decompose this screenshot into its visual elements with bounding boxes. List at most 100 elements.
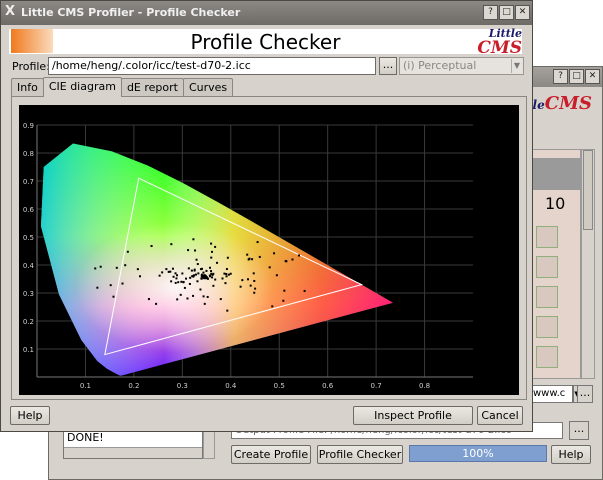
tab-de-report[interactable]: dE report (120, 78, 184, 96)
sample-point (196, 280, 199, 283)
sample-point (180, 280, 183, 283)
url-combo[interactable]: www.c (531, 385, 573, 403)
patch-cell (536, 256, 558, 278)
sample-point (249, 284, 252, 287)
x-tick-label: 0.6 (322, 382, 334, 390)
sample-point (190, 269, 193, 272)
sample-point (224, 282, 227, 285)
sample-point (124, 264, 127, 267)
sample-point (161, 271, 164, 274)
sample-point (285, 260, 288, 263)
sample-point (247, 258, 250, 261)
maximize-window-button[interactable]: □ (569, 69, 584, 84)
scrollbar-thumb[interactable] (583, 150, 593, 230)
sample-point (227, 273, 230, 276)
sample-point (94, 267, 97, 270)
sample-point (121, 282, 124, 285)
browse-profile-button[interactable]: ... (379, 57, 397, 75)
sample-point (136, 268, 139, 271)
help-window-button[interactable]: ? (483, 5, 498, 20)
sample-point (225, 268, 228, 271)
profile-checker-button[interactable]: Profile Checker (317, 445, 403, 464)
sample-point (203, 302, 206, 305)
browse-button[interactable]: ... (577, 385, 593, 403)
output-browse-button[interactable]: ... (569, 421, 589, 440)
help-button[interactable]: Help (10, 406, 50, 425)
log-horizontal-scrollbar[interactable] (64, 447, 202, 458)
sample-point (225, 275, 228, 278)
sample-point (191, 275, 194, 278)
sample-point (165, 268, 168, 271)
x-tick-label: 0.8 (419, 382, 430, 390)
app-icon[interactable]: X (5, 4, 15, 19)
sample-point (247, 278, 250, 281)
sample-point (170, 280, 173, 283)
cancel-button[interactable]: Cancel (477, 406, 523, 425)
tab-cie-diagram[interactable]: CIE diagram (42, 77, 122, 97)
sample-point (194, 249, 197, 252)
inspect-profile-button[interactable]: Inspect Profile (353, 406, 473, 425)
y-tick-label: 0.8 (23, 150, 34, 158)
background-help-button[interactable]: Help (551, 445, 591, 464)
cie-chromaticity-diagram: 0.1 0.2 0.3 0.4 0.5 0.6 0.7 0.8 0.1 0.2 0.3 0.4 0.5 0… (23, 122, 473, 390)
sample-point (291, 258, 294, 261)
sample-point (212, 284, 215, 287)
sample-point (169, 270, 172, 273)
create-profile-button[interactable]: Create Profile (231, 445, 311, 464)
sample-point (183, 286, 186, 289)
patch-cell (536, 346, 558, 368)
sample-point (209, 266, 212, 269)
sample-point (193, 269, 196, 272)
sample-point (187, 267, 190, 270)
y-tick-label: 0.7 (23, 178, 34, 186)
close-window-button[interactable]: ✕ (515, 5, 530, 20)
patch-grid-scrollbar[interactable] (581, 149, 595, 379)
maximize-window-button[interactable]: □ (499, 5, 514, 20)
x-tick-label: 0.2 (128, 382, 139, 390)
sample-point (147, 298, 150, 301)
sample-point (221, 277, 224, 280)
sample-point (115, 266, 118, 269)
y-tick-label: 0.9 (23, 122, 34, 130)
rendering-intent-select[interactable]: (i) Perceptual ▼ (399, 57, 524, 75)
sample-point (174, 281, 177, 284)
sample-point (199, 288, 202, 291)
sample-point (251, 258, 254, 261)
sample-point (254, 287, 257, 290)
sample-point (196, 263, 199, 266)
sample-point (202, 271, 205, 274)
sample-point (214, 278, 217, 281)
sample-point (239, 285, 242, 288)
sample-point (210, 242, 213, 245)
sample-point (179, 293, 182, 296)
help-window-button[interactable]: ? (553, 69, 568, 84)
tab-info[interactable]: Info (11, 78, 44, 96)
sample-point (226, 309, 229, 312)
sample-point (241, 279, 244, 282)
progress-bar: 100% (409, 445, 547, 462)
sample-point (252, 272, 255, 275)
log-vertical-scrollbar[interactable] (203, 429, 215, 459)
x-tick-label: 0.5 (274, 382, 285, 390)
sample-point (210, 270, 213, 273)
sample-point (258, 255, 261, 258)
profile-path-input[interactable]: /home/heng/.color/icc/test-d70-2.icc (48, 57, 376, 75)
sample-point (211, 250, 214, 253)
y-tick-label: 0.5 (23, 234, 34, 242)
tab-curves[interactable]: Curves (182, 78, 234, 96)
sample-point (187, 249, 190, 252)
x-tick-label: 0.3 (177, 382, 188, 390)
dialog-titlebar[interactable]: X Little CMS Profiler - Profile Checker … (1, 1, 532, 25)
sample-point (185, 277, 188, 280)
sample-point (195, 258, 198, 261)
sample-point (225, 273, 228, 276)
close-window-button[interactable]: ✕ (585, 69, 600, 84)
profile-label: Profile: (12, 60, 50, 73)
profile-checker-dialog: X Little CMS Profiler - Profile Checker … (0, 0, 533, 432)
sample-point (275, 274, 278, 277)
sample-point (253, 279, 256, 282)
sample-point (205, 269, 208, 272)
sample-point (182, 280, 185, 283)
sample-point (253, 291, 256, 294)
rendering-intent-value: (i) Perceptual (403, 59, 477, 72)
